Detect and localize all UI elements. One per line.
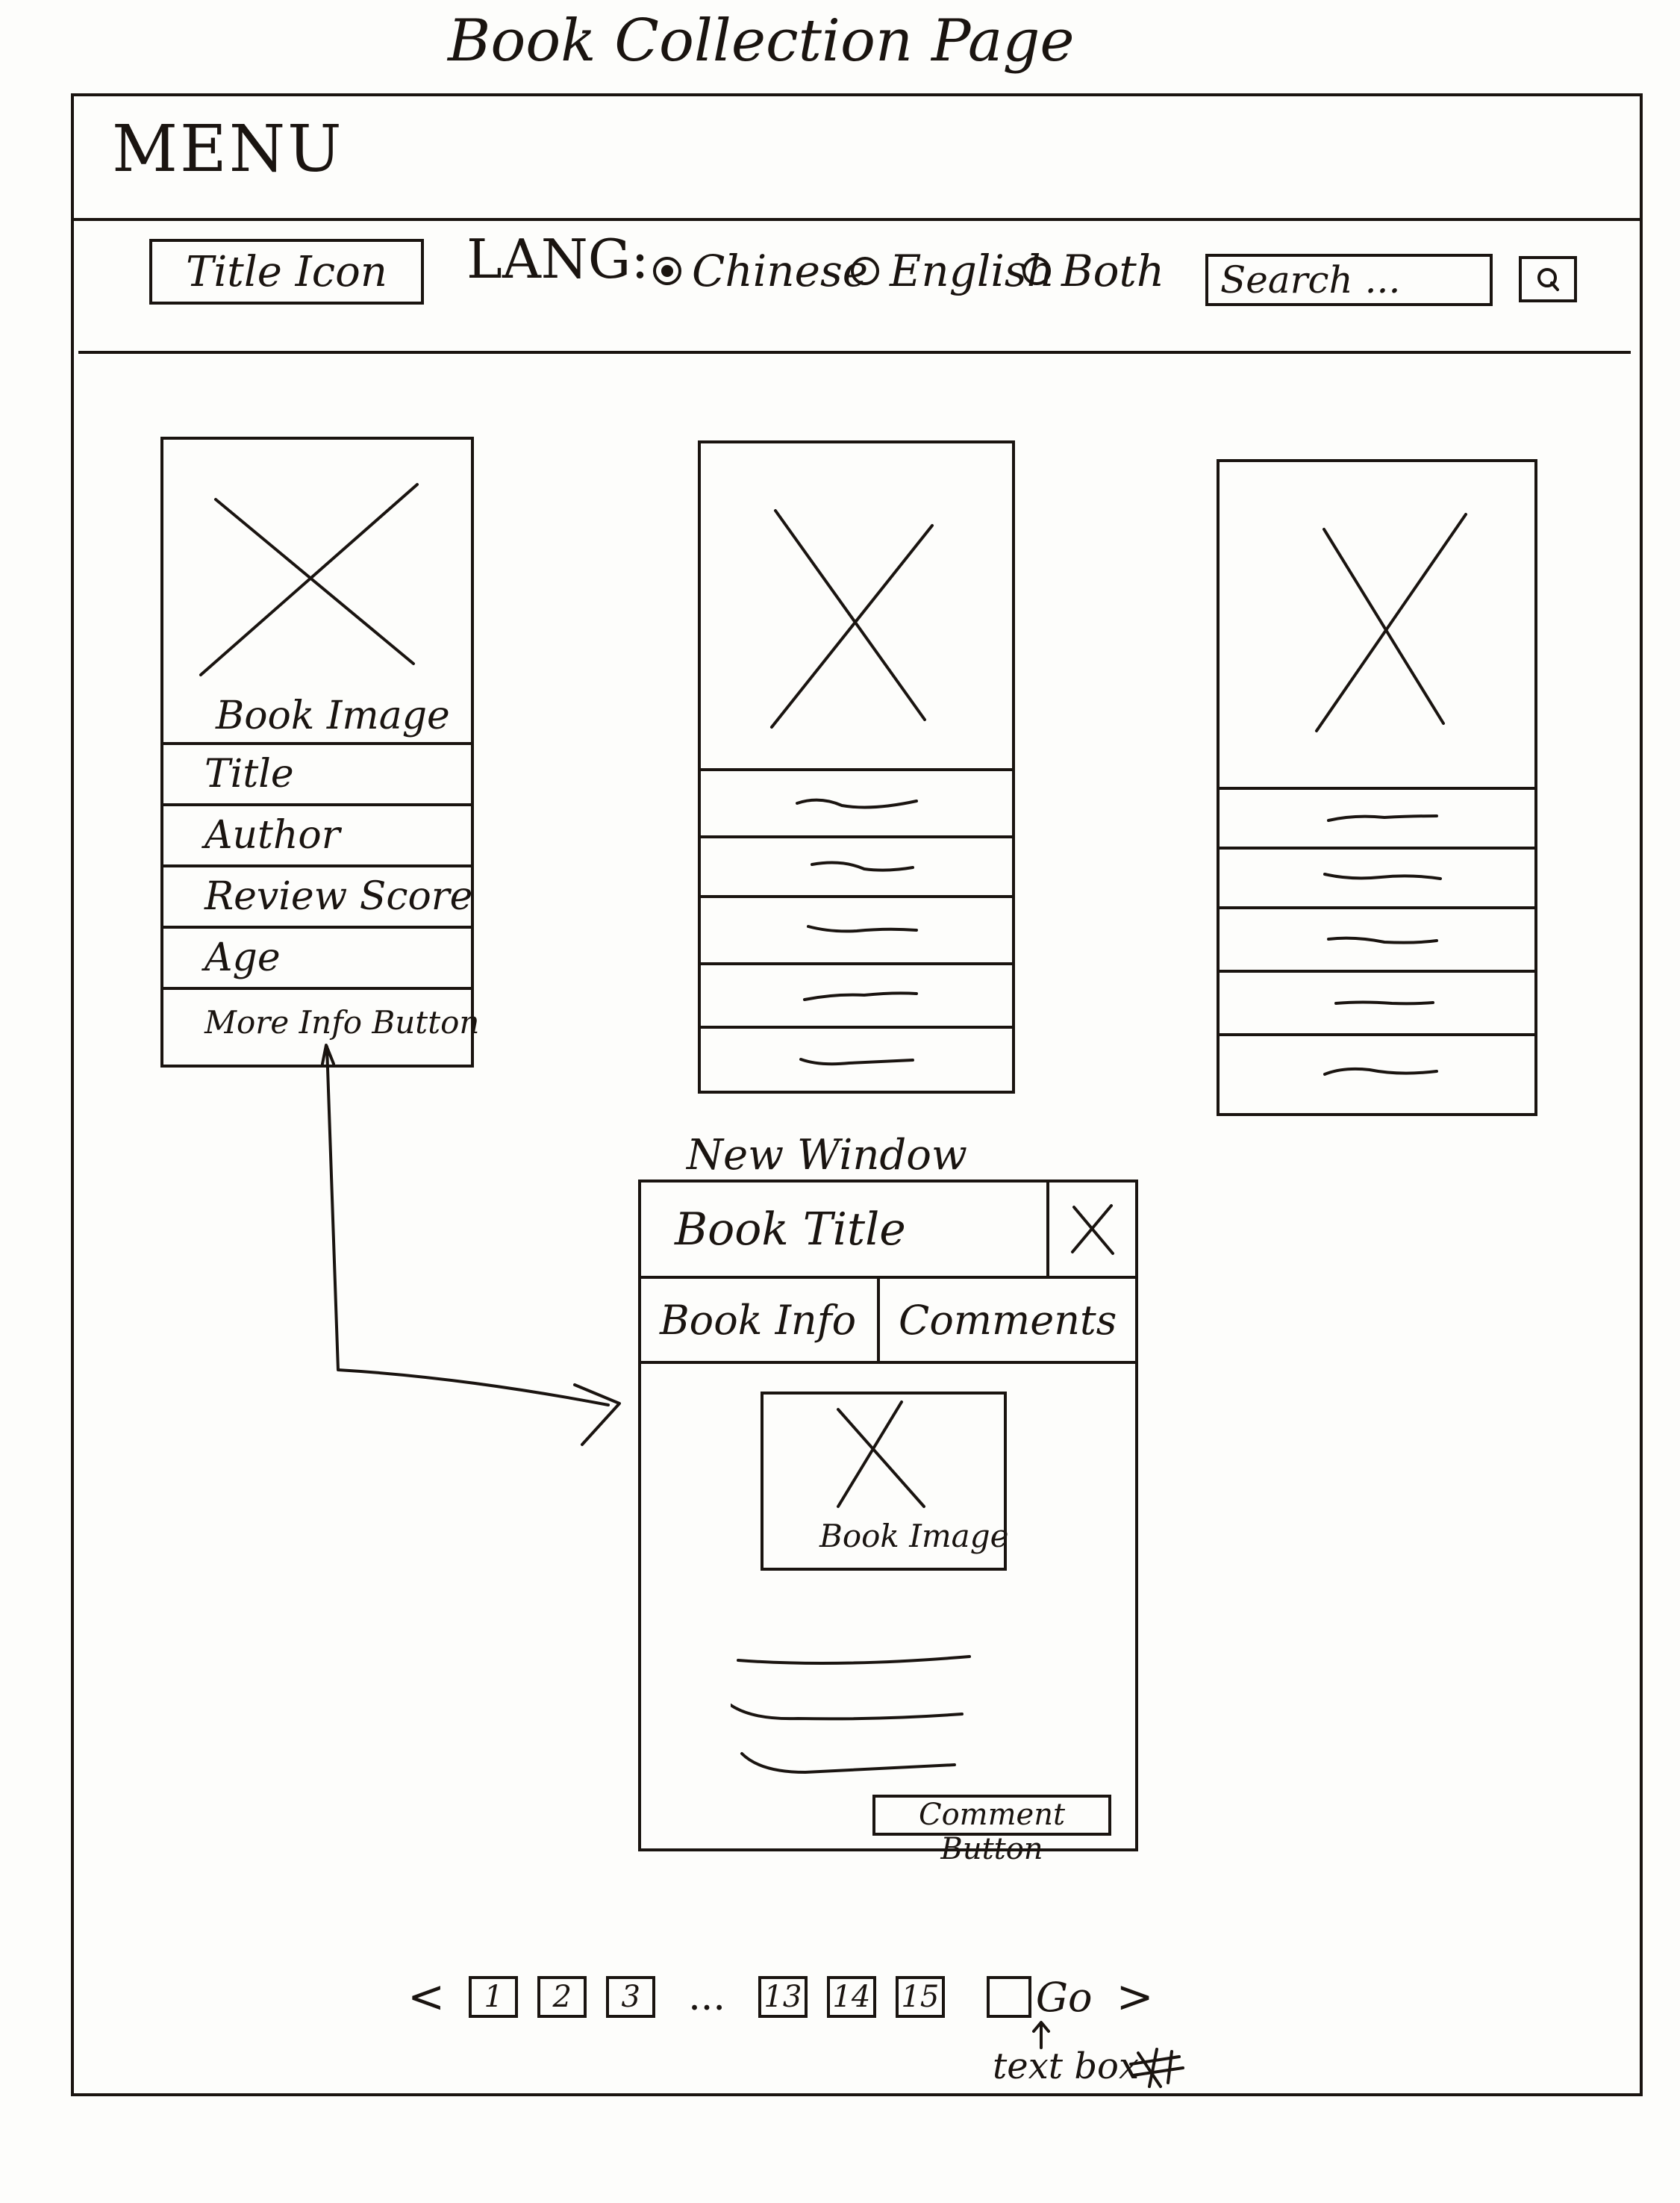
card-title [1220, 787, 1534, 847]
placeholder-text-line [1327, 936, 1438, 944]
card-author: Author [163, 803, 471, 864]
more-info-button[interactable] [701, 1026, 1012, 1089]
page-title: Book Collection Page [448, 7, 1075, 75]
lang-radio-chinese[interactable]: Chinese [653, 245, 868, 297]
modal-book-image: Book Image [761, 1392, 1009, 1571]
lang-label: LANG: [466, 228, 649, 290]
lang-radio-both[interactable]: Both [1022, 245, 1164, 297]
card-age [701, 962, 1012, 1026]
close-icon [1070, 1203, 1114, 1255]
book-image-caption: Book Image [216, 694, 450, 738]
card-title: Title [163, 742, 471, 803]
card-title [701, 768, 1012, 835]
tab-comments[interactable]: Comments [880, 1279, 1117, 1361]
go-button[interactable]: Go [1036, 1974, 1093, 2021]
pagination-ellipsis: ... [688, 1975, 725, 2019]
book-card: Book Image Title Author Review Score Age… [160, 437, 479, 1068]
title-icon[interactable]: Title Icon [149, 239, 424, 305]
book-detail-modal: Book Title Book Info Comments Book Image… [638, 1180, 1138, 1866]
modal-tabs: Book Info Comments [641, 1279, 1135, 1364]
modal-image-caption: Book Image [819, 1518, 1009, 1554]
card-author [701, 835, 1012, 895]
menu-divider [71, 218, 1640, 221]
placeholder-text-line [731, 1704, 964, 1721]
placeholder-text-line [740, 1752, 956, 1774]
new-window-label: New Window [687, 1131, 967, 1180]
book-image-placeholder: Book Image [163, 440, 471, 742]
pagination: < 1 2 3 ... 13 14 15 Go > [403, 1971, 1158, 2023]
modal-title: Book Title [641, 1182, 1049, 1276]
placeholder-text-line [1323, 1067, 1438, 1076]
card-author [1220, 847, 1534, 906]
placeholder-text-line [1334, 1000, 1434, 1005]
search-input[interactable] [1205, 254, 1493, 306]
close-button[interactable] [1049, 1182, 1135, 1276]
placeholder-text-line [802, 991, 918, 1001]
menu-button[interactable]: MENU [112, 112, 344, 187]
book-image-placeholder [1220, 462, 1534, 787]
placeholder-text-line [806, 925, 918, 933]
tab-book-info[interactable]: Book Info [641, 1279, 880, 1361]
book-image-placeholder [701, 443, 1012, 768]
card-age [1220, 970, 1534, 1033]
more-info-button[interactable] [1220, 1033, 1534, 1108]
more-info-button[interactable]: More Info Button [163, 987, 479, 1054]
image-placeholder-icon [199, 483, 419, 676]
next-page-button[interactable]: > [1112, 1971, 1158, 2023]
search-button[interactable] [1519, 256, 1577, 302]
page-button[interactable]: 14 [826, 1976, 876, 2018]
lang-option-label: Chinese [692, 246, 869, 296]
image-placeholder-icon [1315, 513, 1467, 732]
modal-header: Book Title [641, 1182, 1135, 1279]
header-divider [78, 351, 1631, 354]
card-review-score: Review Score [163, 864, 472, 926]
page-button[interactable]: 2 [537, 1976, 587, 2018]
placeholder-text-line [1327, 814, 1438, 822]
page-button[interactable]: 1 [469, 1976, 519, 2018]
placeholder-text-line [1323, 873, 1442, 880]
up-arrow-icon [1032, 2021, 1050, 2049]
textbox-annotation: text box [993, 2045, 1140, 2087]
placeholder-text-line [799, 1057, 914, 1065]
page-button[interactable]: 13 [758, 1976, 808, 2018]
prev-page-button[interactable]: < [403, 1971, 449, 2023]
card-review-score [701, 895, 1012, 962]
search-icon [1537, 268, 1559, 291]
placeholder-text-line [795, 798, 918, 809]
card-review-score [1220, 906, 1534, 970]
image-placeholder-icon [770, 509, 934, 729]
page-button[interactable]: 15 [895, 1976, 945, 2018]
page-number-input[interactable] [986, 1976, 1031, 2018]
placeholder-text-line [810, 861, 914, 872]
book-card [1217, 459, 1537, 1116]
scribble-icon [1129, 2048, 1184, 2088]
radio-unselected-icon[interactable] [1022, 257, 1051, 285]
radio-selected-icon[interactable] [653, 257, 681, 285]
placeholder-text-line [737, 1655, 971, 1665]
radio-unselected-icon[interactable] [851, 257, 879, 285]
book-card [698, 440, 1015, 1094]
comment-button[interactable]: Comment Button [872, 1795, 1111, 1866]
lang-option-label: Both [1061, 246, 1165, 296]
page-button[interactable]: 3 [606, 1976, 656, 2018]
image-placeholder-icon [837, 1400, 925, 1508]
card-age: Age [163, 926, 471, 987]
